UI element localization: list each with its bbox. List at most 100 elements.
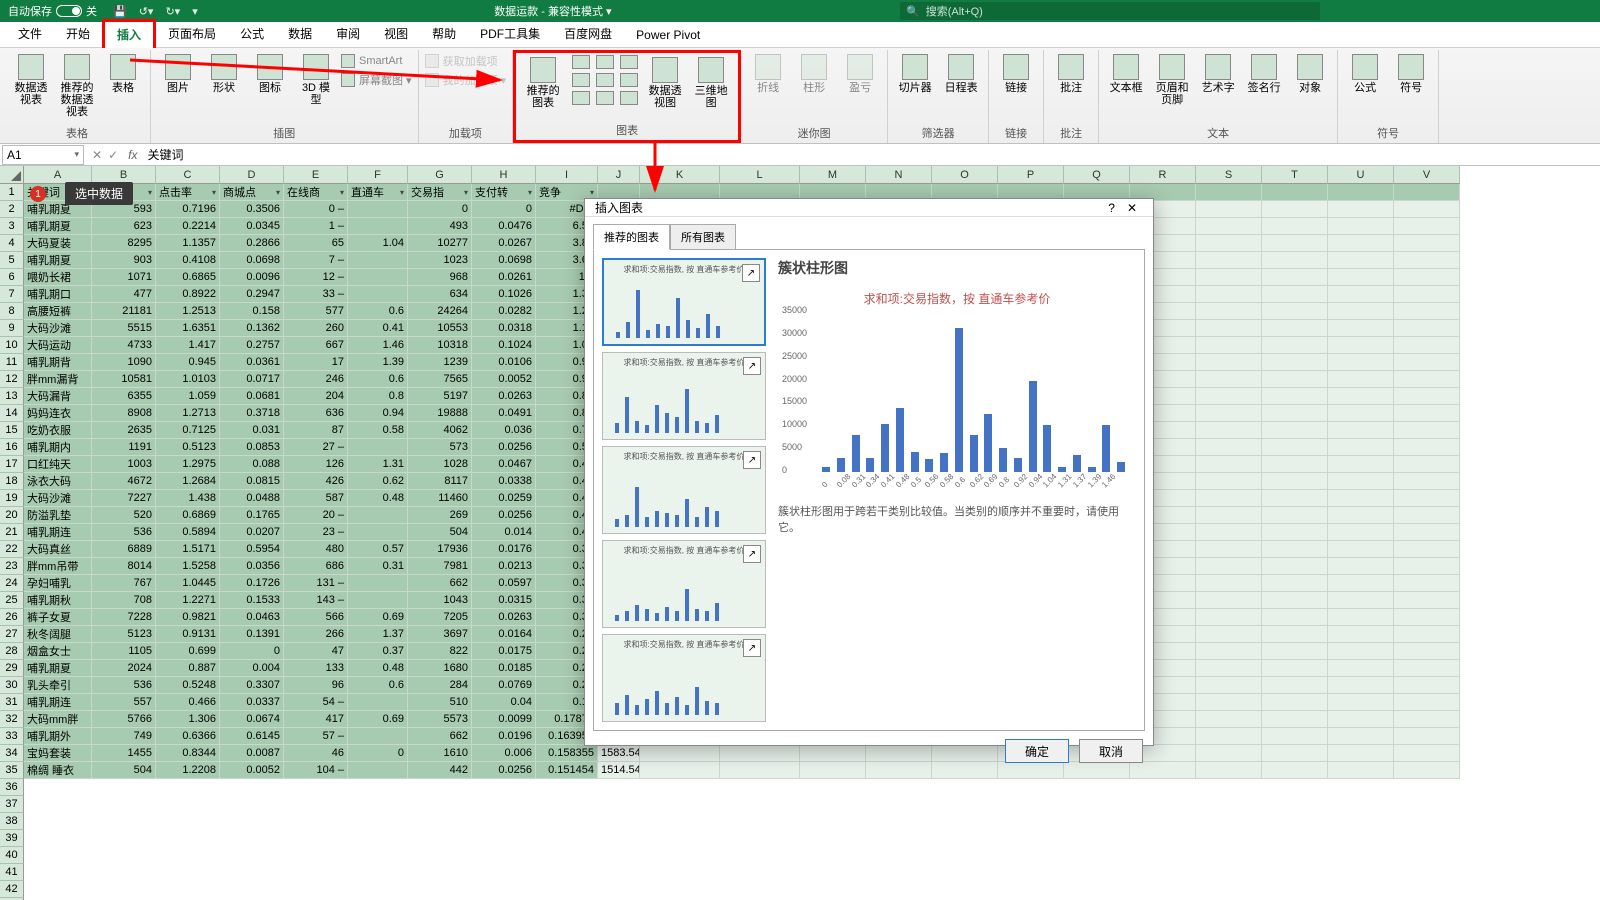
cell[interactable]: 0.0213 <box>472 558 536 575</box>
cell[interactable]: 1.39 <box>348 354 408 371</box>
cell[interactable]: 高腰短裤 <box>24 303 92 320</box>
cell[interactable]: 0.7196 <box>156 201 220 218</box>
cell[interactable]: 1.5171 <box>156 541 220 558</box>
cell[interactable]: 20 – <box>284 507 348 524</box>
chart-thumbnail-0[interactable]: 求和项:交易指数, 按 直通车参考价↗ <box>602 258 766 346</box>
row-header[interactable]: 29 <box>0 660 24 677</box>
cell[interactable] <box>1328 558 1394 575</box>
cell[interactable]: 妈妈连衣 <box>24 405 92 422</box>
cell[interactable]: 0.5954 <box>220 541 284 558</box>
cell[interactable]: 哺乳期夏 <box>24 252 92 269</box>
cell[interactable]: 131 – <box>284 575 348 592</box>
textbox-btn[interactable]: 文本框 <box>1105 52 1147 96</box>
cell[interactable] <box>1196 235 1262 252</box>
cell[interactable]: 0.69 <box>348 711 408 728</box>
cell[interactable]: 0.8922 <box>156 286 220 303</box>
ribbon-tab-6[interactable]: 审阅 <box>324 21 372 47</box>
cell[interactable] <box>1394 269 1460 286</box>
cell[interactable] <box>1328 456 1394 473</box>
cell[interactable]: 0.0282 <box>472 303 536 320</box>
col-header[interactable]: I <box>536 166 598 184</box>
cell[interactable]: 8295 <box>92 235 156 252</box>
col-header[interactable]: R <box>1130 166 1196 184</box>
cell[interactable]: 24264 <box>408 303 472 320</box>
cell[interactable]: 0.9131 <box>156 626 220 643</box>
row-header[interactable]: 14 <box>0 405 24 422</box>
cell[interactable] <box>1262 541 1328 558</box>
cell[interactable] <box>1262 235 1328 252</box>
cell[interactable]: 0.0815 <box>220 473 284 490</box>
ribbon-tab-10[interactable]: 百度网盘 <box>552 21 624 47</box>
cell[interactable]: 10581 <box>92 371 156 388</box>
ribbon-tab-7[interactable]: 视图 <box>372 21 420 47</box>
row-header[interactable]: 17 <box>0 456 24 473</box>
cell[interactable]: 0.0106 <box>472 354 536 371</box>
cell[interactable]: 0.0315 <box>472 592 536 609</box>
cell[interactable] <box>1328 218 1394 235</box>
cell[interactable]: 1023 <box>408 252 472 269</box>
search-box[interactable]: 🔍 搜索(Alt+Q) <box>900 2 1320 20</box>
row-header[interactable]: 35 <box>0 762 24 779</box>
cell[interactable]: 0.0345 <box>220 218 284 235</box>
cell[interactable] <box>1394 762 1460 779</box>
cell[interactable]: 0.0175 <box>472 643 536 660</box>
col-header[interactable]: F <box>348 166 408 184</box>
cell[interactable]: 0.0263 <box>472 388 536 405</box>
cell[interactable]: 哺乳期连 <box>24 524 92 541</box>
cell[interactable] <box>348 507 408 524</box>
cell[interactable]: 0.0488 <box>220 490 284 507</box>
cell[interactable]: 0.0463 <box>220 609 284 626</box>
cell[interactable] <box>1196 677 1262 694</box>
save-icon[interactable]: 💾 <box>113 5 127 18</box>
cell[interactable] <box>1262 252 1328 269</box>
cell[interactable] <box>1262 490 1328 507</box>
cell[interactable] <box>1328 524 1394 541</box>
cell[interactable]: 0 <box>348 745 408 762</box>
cell[interactable]: 426 <box>284 473 348 490</box>
cell[interactable]: 566 <box>284 609 348 626</box>
cell[interactable]: 1191 <box>92 439 156 456</box>
cell[interactable]: 1.306 <box>156 711 220 728</box>
cell[interactable]: 1610 <box>408 745 472 762</box>
cell[interactable] <box>1262 677 1328 694</box>
cell[interactable] <box>1196 507 1262 524</box>
cell[interactable]: 0.2214 <box>156 218 220 235</box>
cell[interactable]: 大码真丝 <box>24 541 92 558</box>
cell[interactable]: 口红纯天 <box>24 456 92 473</box>
cell[interactable] <box>1394 660 1460 677</box>
cell[interactable]: 7227 <box>92 490 156 507</box>
row-header[interactable]: 2 <box>0 201 24 218</box>
cell[interactable] <box>1394 592 1460 609</box>
dialog-close-icon[interactable]: ✕ <box>1121 201 1143 215</box>
cell[interactable]: 宝妈套装 <box>24 745 92 762</box>
row-header[interactable]: 24 <box>0 575 24 592</box>
cell[interactable] <box>1196 609 1262 626</box>
cell[interactable]: 11460 <box>408 490 472 507</box>
cell[interactable]: 0.0176 <box>472 541 536 558</box>
row-header[interactable]: 10 <box>0 337 24 354</box>
cell[interactable]: 6889 <box>92 541 156 558</box>
cell[interactable]: 0.48 <box>348 660 408 677</box>
cell[interactable]: 5766 <box>92 711 156 728</box>
ribbon-tab-3[interactable]: 页面布局 <box>156 21 228 47</box>
cell[interactable]: 0.0361 <box>220 354 284 371</box>
ribbon-tab-8[interactable]: 帮助 <box>420 21 468 47</box>
cell[interactable]: 0.57 <box>348 541 408 558</box>
cell[interactable]: 0.887 <box>156 660 220 677</box>
cell[interactable] <box>1262 354 1328 371</box>
cell[interactable] <box>1328 354 1394 371</box>
cell[interactable]: 10277 <box>408 235 472 252</box>
cell[interactable]: 8014 <box>92 558 156 575</box>
col-header[interactable]: G <box>408 166 472 184</box>
cell[interactable] <box>1394 456 1460 473</box>
cell[interactable]: 0.0338 <box>472 473 536 490</box>
cell[interactable] <box>1196 303 1262 320</box>
cell[interactable]: 裤子女夏 <box>24 609 92 626</box>
cell[interactable]: 0.0087 <box>220 745 284 762</box>
cell[interactable]: 0.0207 <box>220 524 284 541</box>
cell[interactable] <box>1262 524 1328 541</box>
cell[interactable]: 0.0597 <box>472 575 536 592</box>
cell[interactable] <box>1196 269 1262 286</box>
row-header[interactable]: 27 <box>0 626 24 643</box>
cell[interactable]: 0.6145 <box>220 728 284 745</box>
